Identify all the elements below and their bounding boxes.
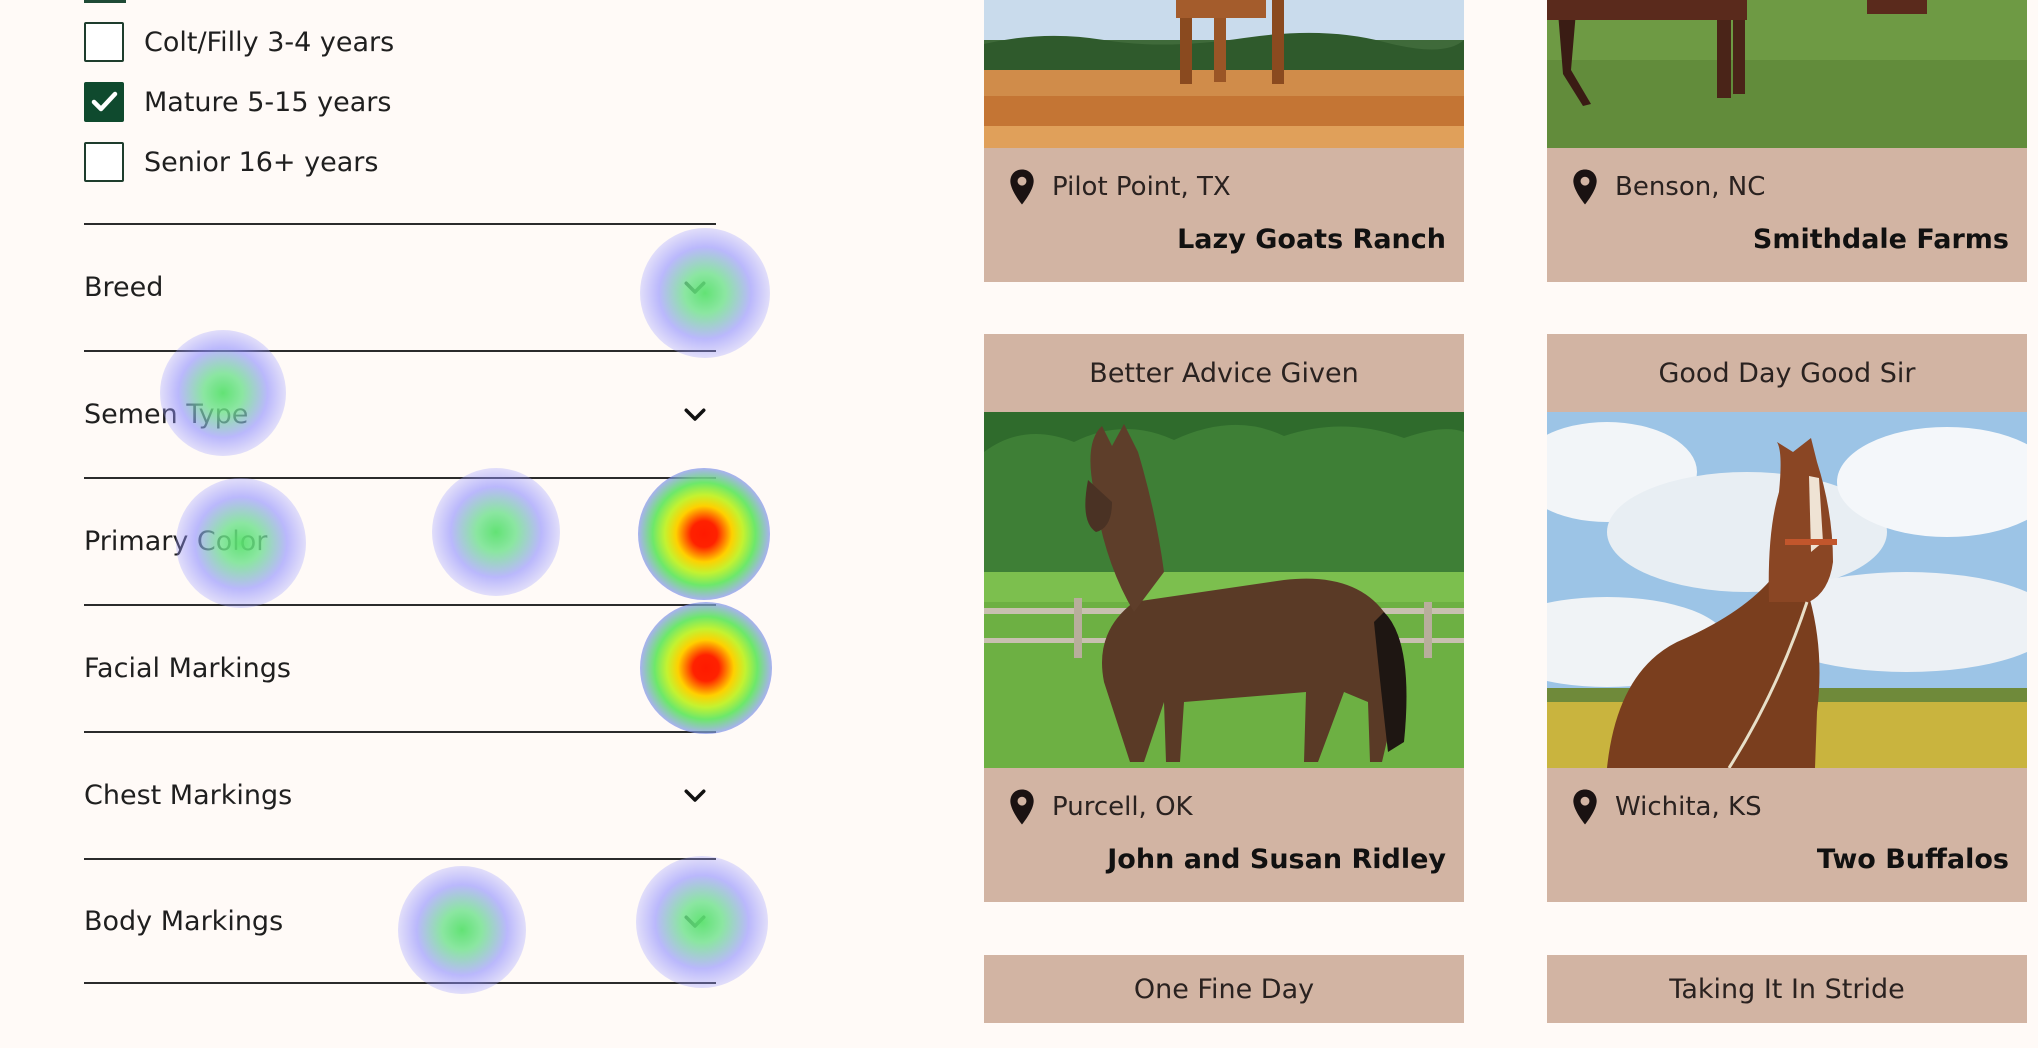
owner-name[interactable]: John and Susan Ridley (1107, 844, 1446, 875)
filter-section-chest-markings[interactable]: Chest Markings (84, 731, 716, 857)
listing-location: Benson, NC (1571, 168, 1765, 206)
listing-card[interactable]: Good Day Good Sir Wichita, KS Two Buffal… (1547, 334, 2027, 902)
chevron-down-icon[interactable] (680, 653, 710, 683)
map-pin-icon (1010, 789, 1034, 825)
horse-photo[interactable] (984, 0, 1464, 148)
filter-section-body-markings[interactable]: Body Markings (84, 858, 716, 984)
listing-card[interactable]: Better Advice Given Purcell, OK John and… (984, 334, 1464, 902)
horse-name[interactable]: Better Advice Given (984, 334, 1464, 412)
checkbox[interactable] (84, 22, 124, 62)
listing-info: Pilot Point, TX Lazy Goats Ranch (984, 148, 1464, 282)
filter-section-primary-color[interactable]: Primary Color (84, 477, 716, 603)
location-text: Pilot Point, TX (1052, 172, 1231, 202)
age-option-colt-filly[interactable]: Colt/Filly 3-4 years (84, 20, 394, 64)
filter-panel: Colt/Filly 3-4 years Mature 5-15 years S… (0, 0, 800, 1048)
check-icon (91, 91, 118, 112)
horse-photo[interactable] (1547, 412, 2027, 768)
horse-photo[interactable] (984, 412, 1464, 768)
checkbox[interactable] (84, 142, 124, 182)
listing-location: Purcell, OK (1008, 788, 1193, 826)
horse-name[interactable]: Taking It In Stride (1547, 955, 2027, 1023)
section-label: Breed (84, 271, 164, 303)
chevron-down-icon[interactable] (680, 399, 710, 429)
chevron-down-icon[interactable] (680, 906, 710, 936)
listing-card[interactable]: Taking It In Stride (1547, 955, 2027, 1023)
age-option-mature[interactable]: Mature 5-15 years (84, 80, 391, 124)
location-text: Wichita, KS (1615, 792, 1762, 822)
age-option-senior[interactable]: Senior 16+ years (84, 140, 378, 184)
listing-card[interactable]: One Fine Day (984, 955, 1464, 1023)
section-label: Semen Type (84, 398, 249, 430)
chevron-down-icon[interactable] (680, 272, 710, 302)
horse-photo[interactable] (1547, 0, 2027, 148)
filter-section-semen-type[interactable]: Semen Type (84, 350, 716, 476)
location-text: Purcell, OK (1052, 792, 1193, 822)
owner-name[interactable]: Lazy Goats Ranch (1177, 224, 1446, 255)
listing-info: Benson, NC Smithdale Farms (1547, 148, 2027, 282)
section-label: Body Markings (84, 905, 284, 937)
owner-name[interactable]: Two Buffalos (1817, 844, 2009, 875)
checkbox-label: Mature 5-15 years (144, 86, 392, 118)
horse-name[interactable]: One Fine Day (984, 955, 1464, 1023)
listing-card[interactable]: Pilot Point, TX Lazy Goats Ranch (984, 0, 1464, 282)
listing-info: Purcell, OK John and Susan Ridley (984, 768, 1464, 902)
divider (84, 0, 126, 3)
listing-location: Wichita, KS (1571, 788, 1762, 826)
map-pin-icon (1010, 169, 1034, 205)
owner-name[interactable]: Smithdale Farms (1753, 224, 2009, 255)
filter-section-breed[interactable]: Breed (84, 223, 716, 349)
section-label: Facial Markings (84, 652, 291, 684)
location-text: Benson, NC (1615, 172, 1766, 202)
listing-card[interactable]: Benson, NC Smithdale Farms (1547, 0, 2027, 282)
checkbox-label: Colt/Filly 3-4 years (144, 26, 395, 58)
chevron-down-icon[interactable] (680, 526, 710, 556)
section-label: Primary Color (84, 525, 268, 557)
listing-location: Pilot Point, TX (1008, 168, 1231, 206)
filter-section-facial-markings[interactable]: Facial Markings (84, 604, 716, 730)
section-label: Chest Markings (84, 779, 293, 811)
checkbox-checked[interactable] (84, 82, 124, 122)
listing-info: Wichita, KS Two Buffalos (1547, 768, 2027, 902)
checkbox-label: Senior 16+ years (144, 146, 379, 178)
map-pin-icon (1573, 169, 1597, 205)
map-pin-icon (1573, 789, 1597, 825)
chevron-down-icon[interactable] (680, 780, 710, 810)
horse-name[interactable]: Good Day Good Sir (1547, 334, 2027, 412)
